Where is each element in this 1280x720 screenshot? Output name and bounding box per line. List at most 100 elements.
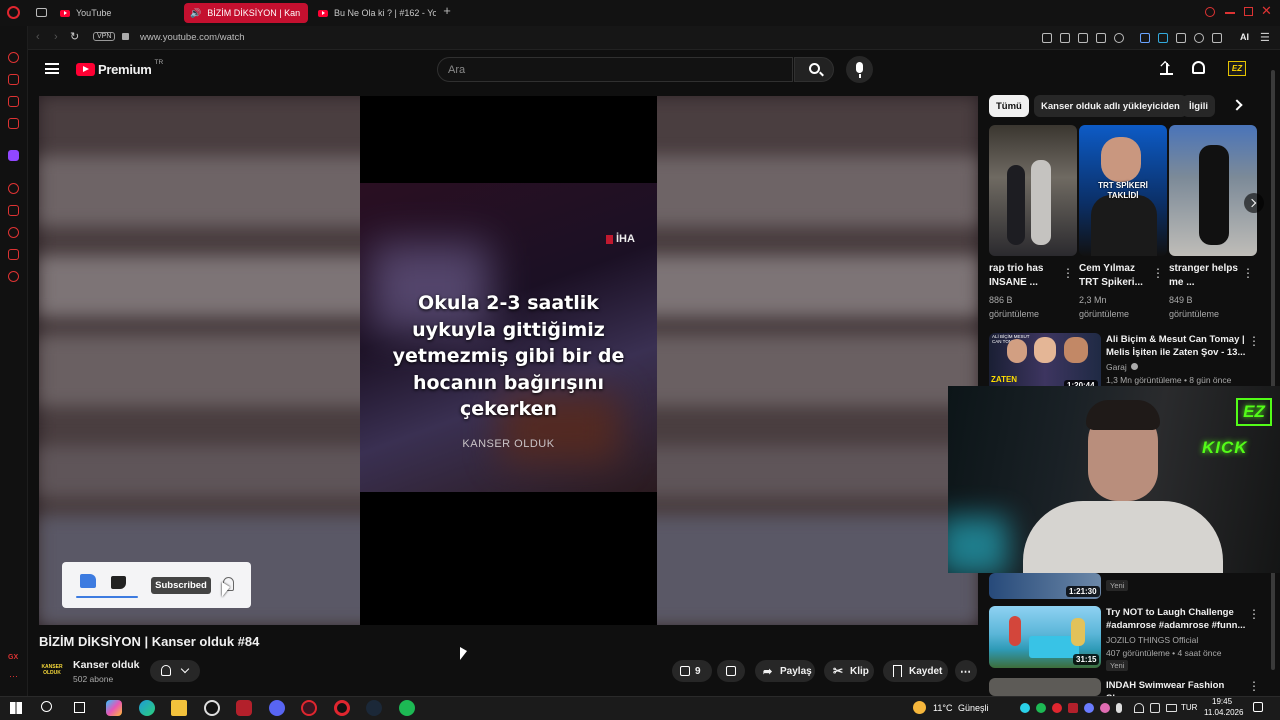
taskbar-search-icon[interactable]	[41, 701, 52, 712]
channel-avatar[interactable]: KANSER OLDUK	[39, 659, 65, 683]
dislike-button[interactable]	[717, 660, 745, 682]
settings-icon[interactable]	[8, 271, 19, 282]
tray-icon[interactable]	[1052, 703, 1062, 713]
save-button[interactable]: Kaydet	[883, 660, 948, 682]
search-tabs-icon[interactable]	[1205, 7, 1215, 17]
notifications-bell-icon[interactable]	[1192, 61, 1205, 74]
more-icon[interactable]: ⋯	[9, 671, 18, 682]
short-thumbnail[interactable]: TRT SPİKERİ TAKLİDİ	[1079, 125, 1167, 256]
task-view-icon[interactable]	[74, 702, 85, 713]
page-scrollbar[interactable]	[1270, 60, 1276, 690]
back-icon[interactable]: ‹	[36, 31, 40, 43]
weather-desc[interactable]: Güneşli	[958, 703, 989, 713]
more-options-icon[interactable]: ⋮	[1152, 267, 1164, 279]
related-video-thumbnail[interactable]	[989, 678, 1101, 696]
hamburger-menu-icon[interactable]	[45, 63, 59, 74]
tray-icon[interactable]	[1100, 703, 1110, 713]
battery-icon[interactable]	[1166, 704, 1177, 712]
snapshot-icon[interactable]	[1060, 33, 1070, 43]
upload-icon[interactable]	[1160, 60, 1173, 75]
player-icon[interactable]	[8, 183, 19, 194]
flow-icon[interactable]	[8, 249, 19, 260]
thumbs-up-icon[interactable]	[80, 574, 96, 588]
voice-search-button[interactable]	[846, 56, 873, 83]
clock-time[interactable]: 19:45	[1212, 697, 1232, 706]
tab-bizim-diksiyon[interactable]: 🔊 BİZİM DİKSİYON | Kan	[184, 3, 308, 23]
person-icon[interactable]	[8, 74, 19, 85]
extension-icon[interactable]	[1158, 33, 1168, 43]
pin-icon[interactable]	[8, 205, 19, 216]
tray-icon[interactable]	[1036, 703, 1046, 713]
more-options-icon[interactable]: ⋮	[1248, 335, 1260, 347]
reload-icon[interactable]: ↻	[70, 30, 79, 43]
new-tab-button[interactable]: +	[440, 3, 454, 21]
maximize-button[interactable]	[1244, 7, 1253, 16]
weather-icon[interactable]	[913, 701, 926, 714]
heart-icon[interactable]	[1114, 33, 1124, 43]
thumbs-down-icon[interactable]	[111, 576, 126, 589]
related-video-title[interactable]: Ali Biçim & Mesut Can Tomay | Melis İşit…	[1106, 333, 1246, 359]
youtube-logo[interactable]: Premium TR	[76, 59, 163, 77]
chips-next-icon[interactable]	[1231, 99, 1243, 111]
shield-icon[interactable]	[1078, 33, 1088, 43]
tab-bu-ne-ola-ki[interactable]: Bu Ne Ola ki ? | #162 - You	[312, 3, 436, 23]
clock-date[interactable]: 11.04.2026	[1204, 708, 1243, 717]
opera-gx-icon[interactable]	[301, 700, 317, 716]
notification-icon[interactable]	[1253, 702, 1263, 712]
short-title[interactable]: stranger helps me ...	[1169, 262, 1241, 290]
play-icon[interactable]	[1096, 33, 1106, 43]
tray-icon[interactable]	[1068, 703, 1078, 713]
vpn-badge[interactable]: VPN	[93, 32, 116, 41]
chip-related[interactable]: İlgili	[1182, 95, 1215, 117]
avatar[interactable]: EZ	[1228, 61, 1246, 76]
twitch-icon[interactable]	[8, 150, 19, 161]
ai-button[interactable]: AI	[1240, 32, 1249, 42]
like-button[interactable]: 9	[672, 660, 712, 682]
wifi-icon[interactable]	[1134, 703, 1144, 713]
discord-icon[interactable]	[269, 700, 285, 716]
search-button[interactable]	[794, 57, 834, 82]
related-video-channel[interactable]: JOZILO THINGS Official	[1106, 635, 1198, 645]
edge-icon[interactable]	[139, 700, 155, 716]
close-window-button[interactable]: ✕	[1261, 3, 1272, 19]
clip-button[interactable]: ✂ Klip	[824, 660, 874, 682]
microphone-tray-icon[interactable]	[1116, 703, 1122, 713]
short-thumbnail[interactable]	[989, 125, 1077, 256]
tray-icon[interactable]	[1020, 703, 1030, 713]
more-options-icon[interactable]: ⋮	[1248, 680, 1260, 692]
obs-icon[interactable]	[204, 700, 220, 716]
short-title[interactable]: rap trio has INSANE ...	[989, 262, 1061, 290]
spotify-icon[interactable]	[399, 700, 415, 716]
chip-all[interactable]: Tümü	[989, 95, 1029, 117]
weather-temp[interactable]: 11°C	[933, 703, 952, 713]
subscription-bell-button[interactable]	[150, 660, 200, 682]
language-indicator[interactable]: TUR	[1181, 703, 1197, 712]
related-video-channel[interactable]: Garaj	[1106, 362, 1139, 372]
history-icon[interactable]	[8, 227, 19, 238]
copilot-icon[interactable]	[106, 700, 122, 716]
video-editor-icon[interactable]	[236, 700, 252, 716]
opera-logo-icon[interactable]	[7, 6, 20, 19]
messenger-icon[interactable]	[8, 96, 19, 107]
shorts-next-button[interactable]	[1244, 193, 1264, 213]
volume-icon[interactable]	[1150, 703, 1160, 713]
account-icon[interactable]	[1194, 33, 1204, 43]
more-actions-button[interactable]: ⋯	[955, 660, 977, 682]
instagram-icon[interactable]	[8, 118, 19, 129]
url-field[interactable]: www.youtube.com/watch	[140, 32, 245, 43]
tab-manager-icon[interactable]	[36, 8, 47, 17]
tray-icon[interactable]	[1084, 703, 1094, 713]
chip-from-uploader[interactable]: Kanser olduk adlı yükleyiciden	[1034, 95, 1187, 117]
aria-icon[interactable]	[8, 52, 19, 63]
minimize-button[interactable]	[1225, 12, 1235, 14]
forward-icon[interactable]: ›	[54, 31, 58, 43]
translate-icon[interactable]	[1140, 33, 1150, 43]
bookmark-icon[interactable]	[1042, 33, 1052, 43]
gx-label[interactable]: GX	[8, 654, 18, 661]
search-input[interactable]: Ara	[437, 57, 793, 82]
short-title[interactable]: Cem Yılmaz TRT Spikeri...	[1079, 262, 1151, 290]
subscribed-button[interactable]: Subscribed	[151, 577, 211, 594]
short-thumbnail[interactable]	[1169, 125, 1257, 256]
puzzle-icon[interactable]	[1176, 33, 1186, 43]
menu-icon[interactable]: ☰	[1260, 31, 1270, 44]
